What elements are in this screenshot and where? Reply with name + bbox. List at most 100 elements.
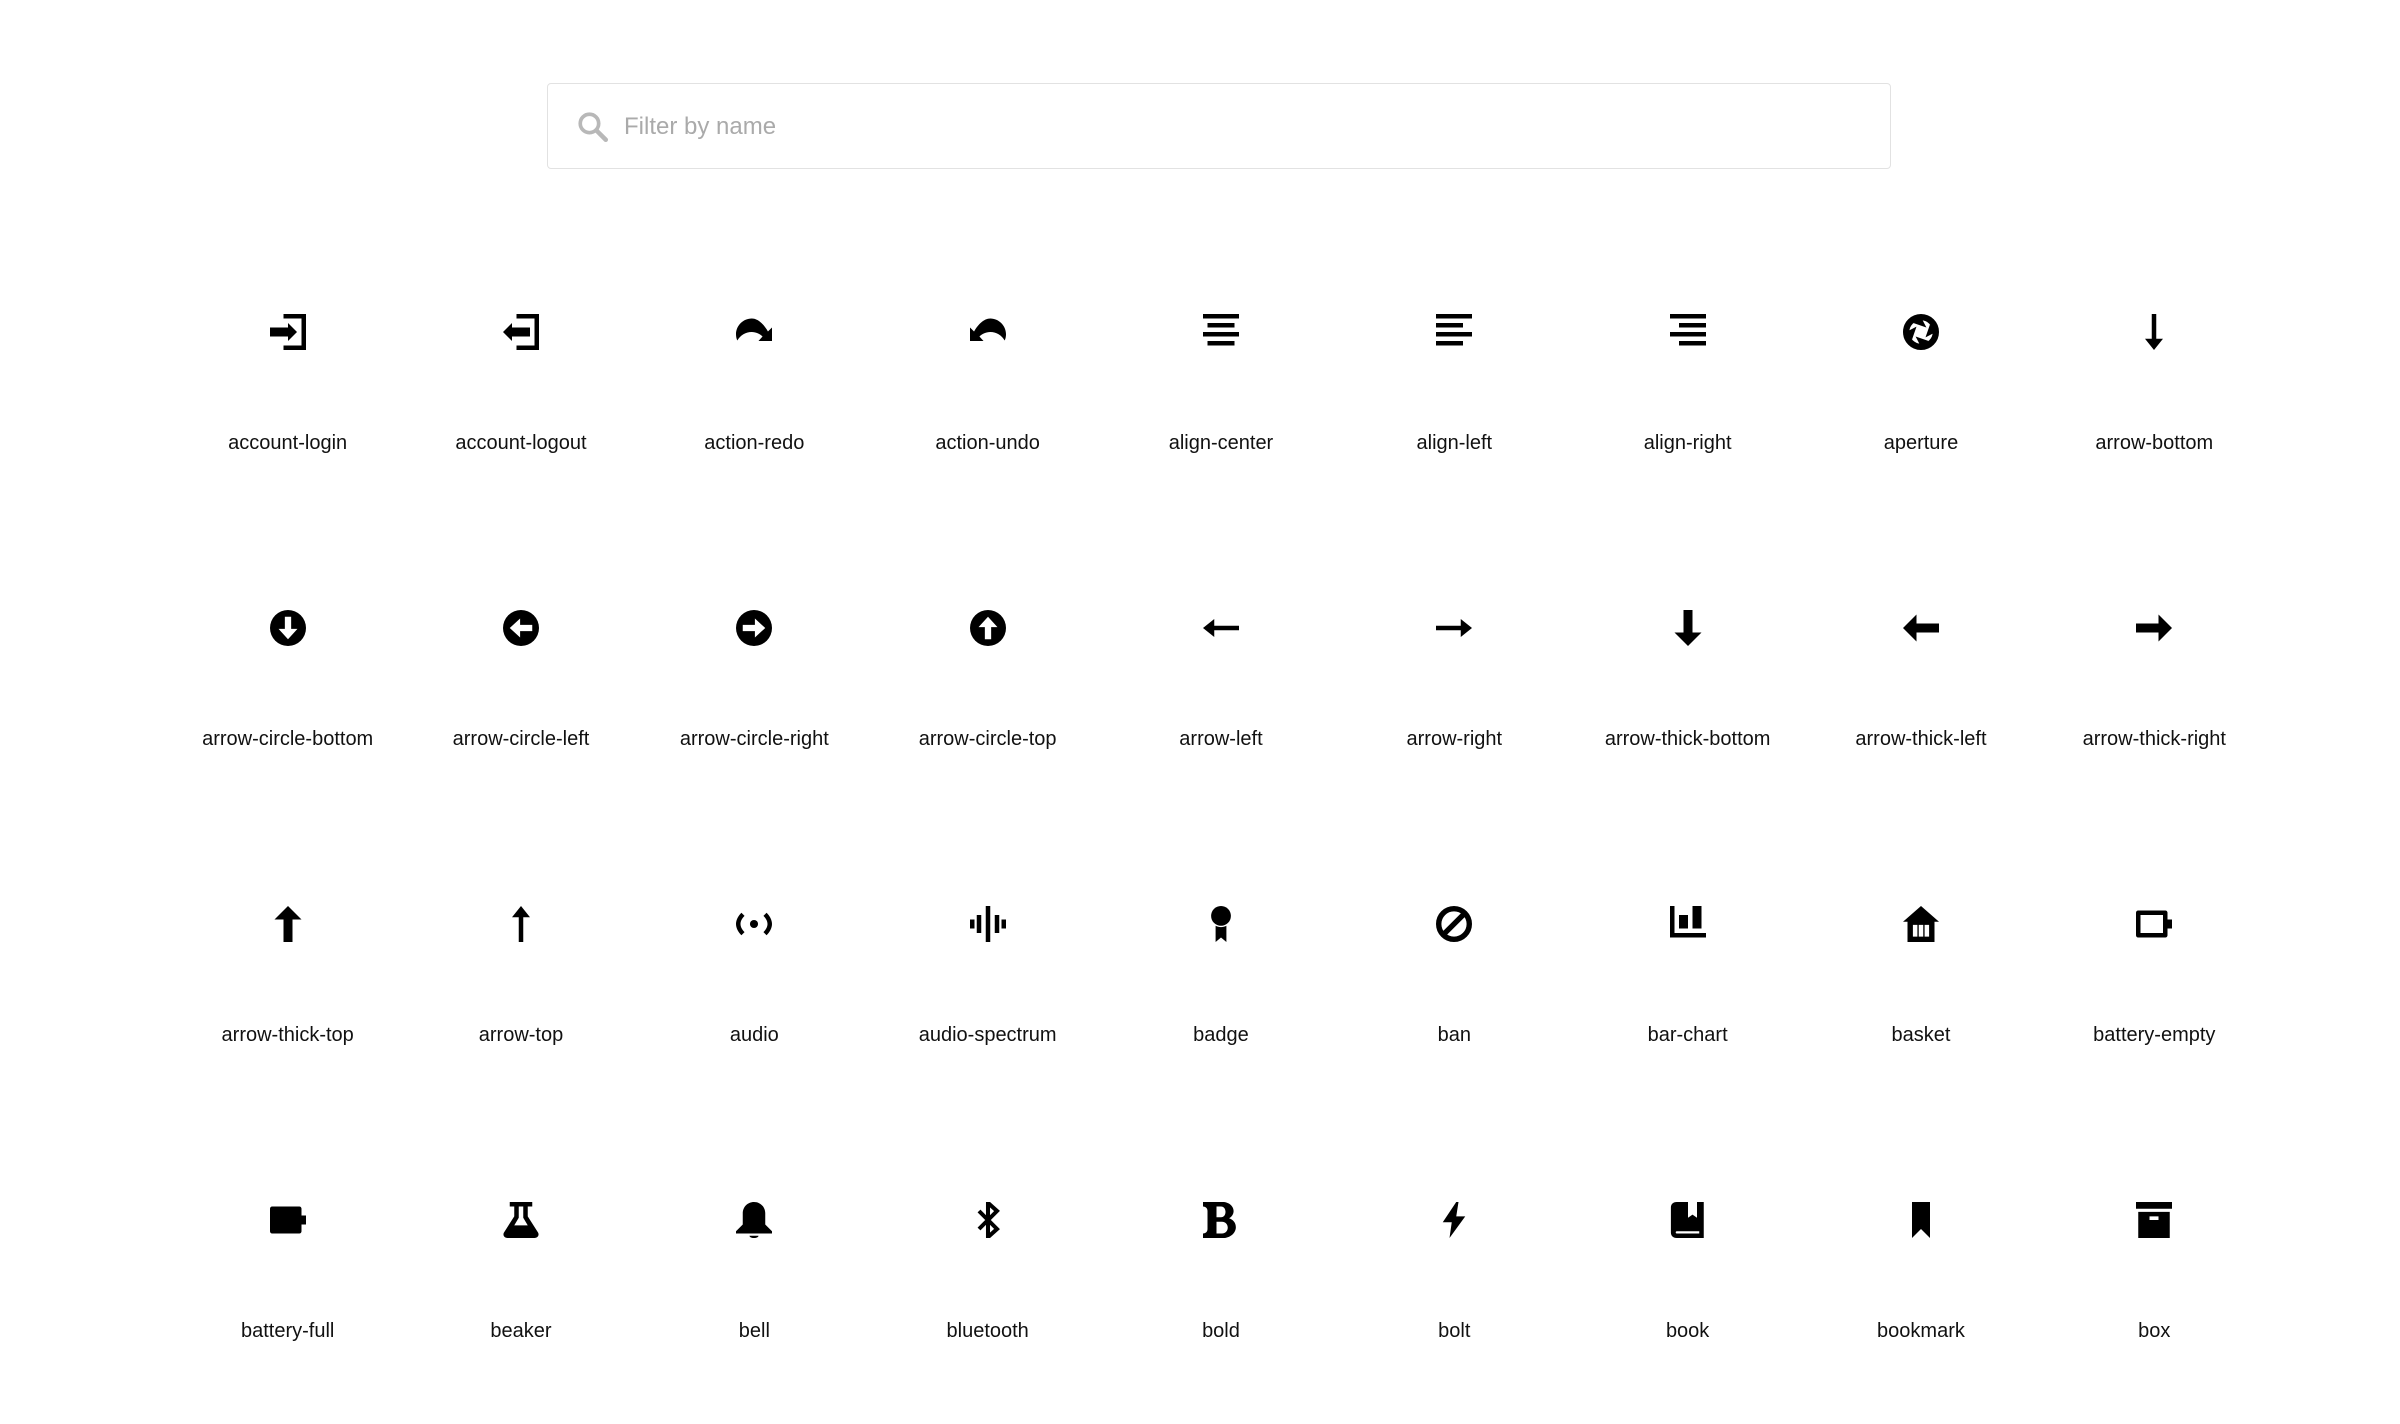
icon-card-basket[interactable]: basket — [1804, 832, 2037, 1128]
icon-label: arrow-thick-right — [2082, 728, 2226, 750]
icon-card-arrow-left[interactable]: arrow-left — [1104, 536, 1337, 832]
icon-label: align-left — [1416, 432, 1493, 454]
icon-card-box[interactable]: box — [2038, 1128, 2271, 1424]
icon-label: battery-empty — [2093, 1024, 2216, 1046]
icon-label: action-redo — [704, 432, 805, 454]
arrow-thick-bottom-icon — [1670, 610, 1706, 646]
icon-label: box — [2138, 1320, 2171, 1342]
icon-label: beaker — [490, 1320, 552, 1342]
icon-label: arrow-top — [478, 1024, 564, 1046]
icon-card-bold[interactable]: bold — [1104, 1128, 1337, 1424]
icon-label: arrow-thick-top — [221, 1024, 354, 1046]
audio-spectrum-icon — [969, 906, 1006, 942]
icon-card-arrow-circle-right[interactable]: arrow-circle-right — [638, 536, 871, 832]
action-undo-icon — [969, 314, 1006, 350]
bolt-icon — [1436, 1202, 1472, 1238]
arrow-circle-left-icon — [502, 610, 539, 646]
icon-card-audio-spectrum[interactable]: audio-spectrum — [871, 832, 1104, 1128]
account-logout-icon — [502, 314, 539, 350]
action-redo-icon — [736, 314, 773, 350]
icon-label: arrow-right — [1406, 728, 1503, 750]
arrow-bottom-icon — [2136, 314, 2172, 350]
bar-chart-icon — [1669, 906, 1706, 942]
icon-card-align-right[interactable]: align-right — [1571, 240, 1804, 536]
icon-label: account-logout — [455, 432, 587, 454]
icon-card-arrow-top[interactable]: arrow-top — [404, 832, 637, 1128]
icon-card-arrow-thick-bottom[interactable]: arrow-thick-bottom — [1571, 536, 1804, 832]
icon-label: action-undo — [935, 432, 1040, 454]
icon-card-arrow-circle-top[interactable]: arrow-circle-top — [871, 536, 1104, 832]
icon-label: bar-chart — [1647, 1024, 1728, 1046]
account-login-icon — [269, 314, 306, 350]
icon-label: arrow-thick-bottom — [1604, 728, 1771, 750]
beaker-icon — [503, 1202, 539, 1238]
icon-card-ban[interactable]: ban — [1338, 832, 1571, 1128]
icon-card-account-login[interactable]: account-login — [171, 240, 404, 536]
icon-card-arrow-thick-right[interactable]: arrow-thick-right — [2038, 536, 2271, 832]
icon-label: battery-full — [240, 1320, 335, 1342]
icon-card-book[interactable]: book — [1571, 1128, 1804, 1424]
aperture-icon — [1902, 314, 1939, 350]
audio-icon — [736, 906, 773, 942]
icon-card-battery-empty[interactable]: battery-empty — [2038, 832, 2271, 1128]
icon-label: aperture — [1883, 432, 1959, 454]
icon-card-beaker[interactable]: beaker — [404, 1128, 637, 1424]
battery-full-icon — [269, 1202, 306, 1238]
arrow-thick-top-icon — [270, 906, 306, 942]
icon-label: align-right — [1643, 432, 1732, 454]
icon-label: align-center — [1168, 432, 1274, 454]
icon-label: bookmark — [1877, 1320, 1965, 1342]
icon-label: ban — [1437, 1024, 1471, 1046]
icon-label: arrow-circle-bottom — [202, 728, 374, 750]
arrow-circle-bottom-icon — [269, 610, 306, 646]
icon-card-bluetooth[interactable]: bluetooth — [871, 1128, 1104, 1424]
icon-label: book — [1665, 1320, 1710, 1342]
icon-card-action-undo[interactable]: action-undo — [871, 240, 1104, 536]
ban-icon — [1436, 906, 1473, 942]
icon-grid: account-login account-logout action-redo… — [171, 240, 2271, 1424]
bell-icon — [736, 1202, 773, 1238]
icon-card-battery-full[interactable]: battery-full — [171, 1128, 404, 1424]
icon-label: arrow-thick-left — [1855, 728, 1987, 750]
icon-label: arrow-circle-top — [918, 728, 1057, 750]
icon-card-align-left[interactable]: align-left — [1338, 240, 1571, 536]
icon-label: bell — [738, 1320, 770, 1342]
arrow-left-icon — [1202, 610, 1239, 646]
icon-card-arrow-right[interactable]: arrow-right — [1338, 536, 1571, 832]
search-box[interactable] — [547, 83, 1891, 170]
icon-label: account-login — [228, 432, 348, 454]
arrow-circle-right-icon — [736, 610, 773, 646]
icon-label: bold — [1202, 1320, 1240, 1342]
arrow-right-icon — [1436, 610, 1473, 646]
arrow-thick-left-icon — [1902, 610, 1939, 646]
icon-card-arrow-circle-left[interactable]: arrow-circle-left — [404, 536, 637, 832]
icon-card-bookmark[interactable]: bookmark — [1804, 1128, 2037, 1424]
badge-icon — [1203, 906, 1239, 942]
icon-card-account-logout[interactable]: account-logout — [404, 240, 637, 536]
icon-label: arrow-circle-left — [452, 728, 590, 750]
icon-label: arrow-circle-right — [679, 728, 829, 750]
bluetooth-icon — [970, 1202, 1006, 1238]
icon-card-action-redo[interactable]: action-redo — [638, 240, 871, 536]
icon-card-arrow-thick-left[interactable]: arrow-thick-left — [1804, 536, 2037, 832]
icon-card-audio[interactable]: audio — [638, 832, 871, 1128]
icon-card-bolt[interactable]: bolt — [1338, 1128, 1571, 1424]
search-input[interactable] — [622, 84, 1866, 170]
book-icon — [1670, 1202, 1706, 1238]
icon-label: arrow-bottom — [2095, 432, 2214, 454]
icon-card-bar-chart[interactable]: bar-chart — [1571, 832, 1804, 1128]
arrow-thick-right-icon — [2136, 610, 2173, 646]
align-center-icon — [1202, 314, 1239, 350]
arrow-circle-top-icon — [969, 610, 1006, 646]
icon-card-arrow-bottom[interactable]: arrow-bottom — [2038, 240, 2271, 536]
icon-card-bell[interactable]: bell — [638, 1128, 871, 1424]
icon-label: bluetooth — [946, 1320, 1029, 1342]
icon-label: basket — [1891, 1024, 1951, 1046]
icon-card-arrow-thick-top[interactable]: arrow-thick-top — [171, 832, 404, 1128]
arrow-top-icon — [503, 906, 539, 942]
icon-card-badge[interactable]: badge — [1104, 832, 1337, 1128]
icon-card-arrow-circle-bottom[interactable]: arrow-circle-bottom — [171, 536, 404, 832]
icon-card-aperture[interactable]: aperture — [1804, 240, 2037, 536]
icon-card-align-center[interactable]: align-center — [1104, 240, 1337, 536]
icon-label: audio-spectrum — [918, 1024, 1057, 1046]
